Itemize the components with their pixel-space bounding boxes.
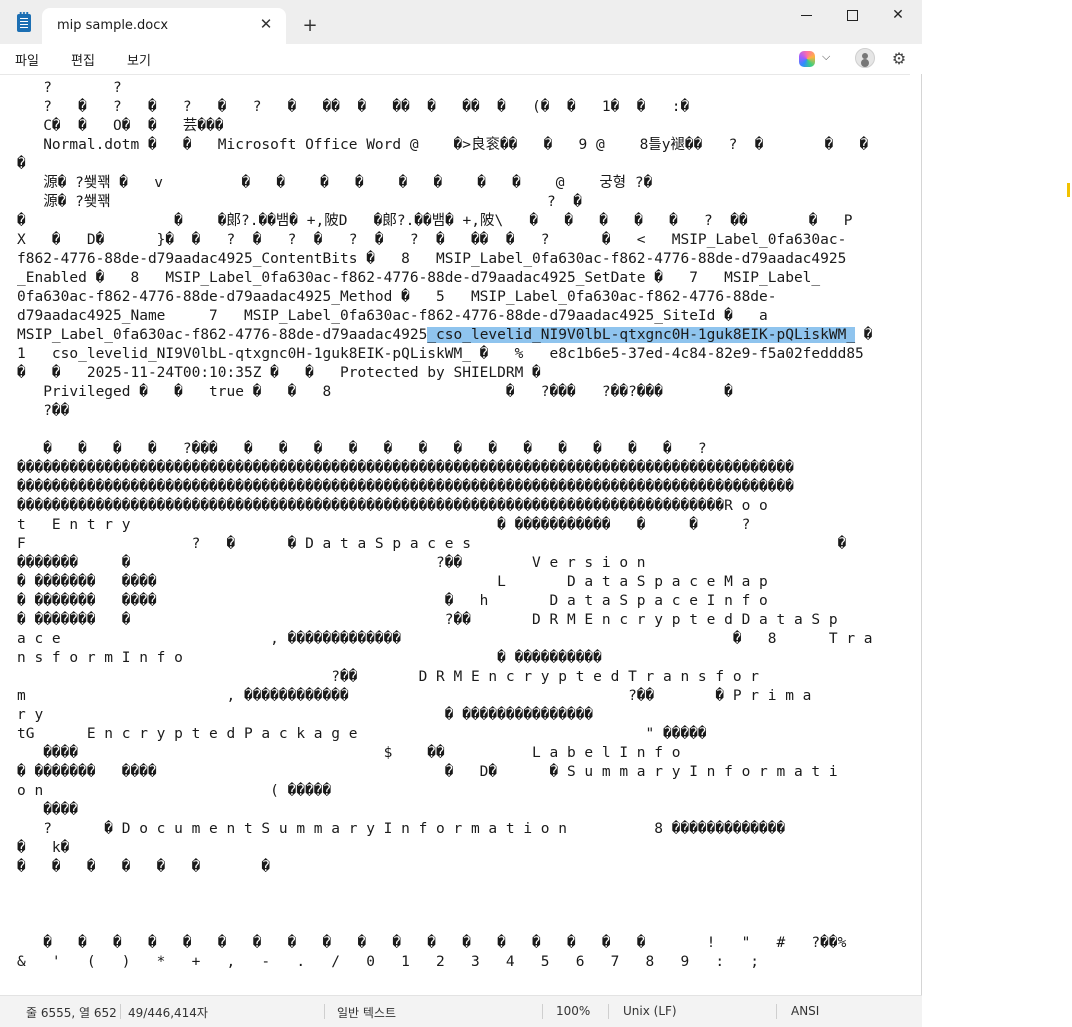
- status-divider: [776, 1004, 777, 1019]
- editor-line: ? � ? � ? � ? � �� � �� � �� � (� � 1� �…: [43, 99, 690, 115]
- editor-line: m , ������������ ?�� � P r i m a: [17, 688, 812, 704]
- notepad-icon: [17, 11, 31, 32]
- status-divider: [542, 1004, 543, 1019]
- character-count: 49/446,414자: [128, 1006, 208, 1020]
- editor-line: _Enabled � 8 MSIP_Label_0fa630ac-f862-47…: [17, 270, 821, 286]
- minimize-button[interactable]: [783, 0, 829, 32]
- editor-lines-bottom: 1 cso_levelid_NI9V0lbL-qtxgnc0H-1guk8EIK…: [17, 346, 873, 970]
- editor-line: f862-4776-88de-d79aadac4925_ContentBits …: [17, 251, 847, 267]
- gear-icon[interactable]: ⚙: [889, 49, 909, 69]
- notepad-window: mip sample.docx ✕ + ✕ 파일 편집 보기 ⌵ ⚙ � ?엛?…: [0, 0, 922, 1027]
- editor-line: 1 cso_levelid_NI9V0lbL-qtxgnc0H-1guk8EIK…: [17, 346, 864, 362]
- line-ending: Unix (LF): [623, 1004, 677, 1018]
- editor-line: r y � ���������������: [17, 707, 594, 723]
- editor-line: � ?엛?Ⅸ ? � � ? � � � � � �: [17, 75, 393, 77]
- tab-document[interactable]: mip sample.docx ✕: [42, 8, 286, 44]
- editor-line: � � 2025-11-24T00:10:35Z � � Protected b…: [17, 365, 541, 381]
- editor-line: 源� ?쐦꽦 ? �: [43, 194, 582, 210]
- cursor-position: 줄 6555, 열 652: [26, 1006, 117, 1020]
- status-bar: 줄 6555, 열 652 49/446,414자 일반 텍스트 100% Un…: [0, 995, 922, 1027]
- menu-file[interactable]: 파일: [15, 50, 39, 69]
- editor-line: ������� � ?�� V e r s i o n: [17, 555, 646, 571]
- close-tab-icon[interactable]: ✕: [256, 14, 276, 34]
- editor-line: Privileged � � true � � 8 � ?��� ?��?���…: [43, 384, 733, 400]
- editor-line: � ������� ���� � D� � S u m m a r y I n …: [17, 764, 838, 780]
- editor-line: ����������������������������������������…: [17, 479, 794, 495]
- editor-line: ?��: [43, 403, 70, 419]
- editor-line: 0fa630ac-f862-4776-88de-d79aadac4925_Met…: [17, 289, 777, 305]
- close-window-button[interactable]: ✕: [875, 0, 921, 32]
- editor-line: ?�� D R M E n c r y p t e d T r a n s f …: [331, 669, 760, 685]
- text-editor[interactable]: � ?엛?Ⅸ ? � � ? � � � � � � ? ? ? � ? � ?…: [0, 74, 910, 995]
- editor-line: � � � � � � �: [17, 859, 271, 875]
- editor-line: � ������� � ?�� D R M E n c r y p t e d …: [17, 612, 838, 628]
- zoom-level[interactable]: 100%: [556, 1004, 590, 1018]
- editor-line: X � D� }� � ? � ? � ? � ? � �� � ? � < M…: [17, 232, 847, 248]
- highlight-line-suffix: �: [855, 327, 873, 343]
- editor-line: ����: [43, 802, 79, 818]
- editor-line: o n ( �����: [17, 783, 332, 799]
- editor-line: ���� $ �� L a b e l I n f o: [43, 745, 681, 761]
- status-divider: [324, 1004, 325, 1019]
- editor-line: � k�: [17, 840, 70, 856]
- editor-line: ? ?: [43, 80, 122, 96]
- editor-line: t E n t r y � ����������� � � ?: [17, 517, 751, 533]
- editor-line: �: [17, 156, 26, 172]
- editor-line: tG E n c r y p t e d P a c k a g e " ���…: [17, 726, 707, 742]
- status-divider: [608, 1004, 609, 1019]
- menu-view[interactable]: 보기: [127, 50, 151, 69]
- editor-line: n s f o r m I n f o � ����������: [17, 650, 602, 666]
- tab-title: mip sample.docx: [57, 18, 169, 33]
- editor-line: � ������� ���� L D a t a S p a c e M a p: [17, 574, 768, 590]
- desktop-edge-marker: [1067, 183, 1070, 197]
- copilot-icon[interactable]: [799, 51, 815, 67]
- editor-lines-top: � ?엛?Ⅸ ? � � ? � � � � � � ? ? ? � ? � ?…: [17, 75, 869, 324]
- chevron-down-icon[interactable]: ⌵: [822, 50, 830, 64]
- new-tab-button[interactable]: +: [298, 14, 322, 38]
- editor-line: a c e , ������������� � 8 T r a: [17, 631, 873, 647]
- title-bar: mip sample.docx ✕ + ✕: [0, 0, 922, 44]
- editor-line: � � � � � � � � � � � � � � � � � � ! " …: [43, 935, 847, 951]
- encoding: ANSI: [791, 1004, 820, 1018]
- text-format: 일반 텍스트: [337, 1006, 397, 1020]
- highlight-line-prefix: MSIP_Label_0fa630ac-f862-4776-88de-d79aa…: [17, 327, 428, 343]
- maximize-button[interactable]: [829, 0, 875, 32]
- maximize-icon: [846, 9, 858, 21]
- editor-line: ? � D o c u m e n t S u m m a r y I n f …: [43, 821, 786, 837]
- editor-line: 源� ?쐦꽦 � v � � � � � � � � @ 궁형 ?�: [43, 175, 653, 191]
- editor-line: F ? � � D a t a S p a c e s �: [17, 536, 847, 552]
- account-icon[interactable]: [855, 48, 875, 68]
- status-divider: [120, 1004, 121, 1019]
- minimize-icon: [800, 14, 812, 16]
- selected-text[interactable]: _cso_levelid_NI9V0lbL-qtxgnc0H-1guk8EIK-…: [427, 327, 856, 343]
- editor-line: � � � � ?��� � � � � � � � � � � � � � ?: [43, 441, 707, 457]
- editor-line: & ' ( ) * + , - . / 0 1 2 3 4 5 6 7 8 9 …: [17, 954, 760, 970]
- editor-line: C� � O� � 芸���: [43, 118, 224, 134]
- menu-edit[interactable]: 편집: [71, 50, 95, 69]
- editor-line: � � �郞?.��뱀� +,陂D �郞?.��뱀� +,陂\ � � � � …: [17, 213, 853, 229]
- editor-content[interactable]: � ?엛?Ⅸ ? � � ? � � � � � � ? ? ? � ? � ?…: [17, 75, 873, 972]
- editor-line: ����������������������������������������…: [17, 498, 768, 514]
- editor-line: � ������� ���� � h D a t a S p a c e I n…: [17, 593, 768, 609]
- menu-bar: 파일 편집 보기: [0, 44, 922, 74]
- editor-line: ����������������������������������������…: [17, 460, 794, 476]
- editor-line: Normal.dotm � � Microsoft Office Word @ …: [43, 137, 869, 153]
- editor-line: d79aadac4925_Name 7 MSIP_Label_0fa630ac-…: [17, 308, 768, 324]
